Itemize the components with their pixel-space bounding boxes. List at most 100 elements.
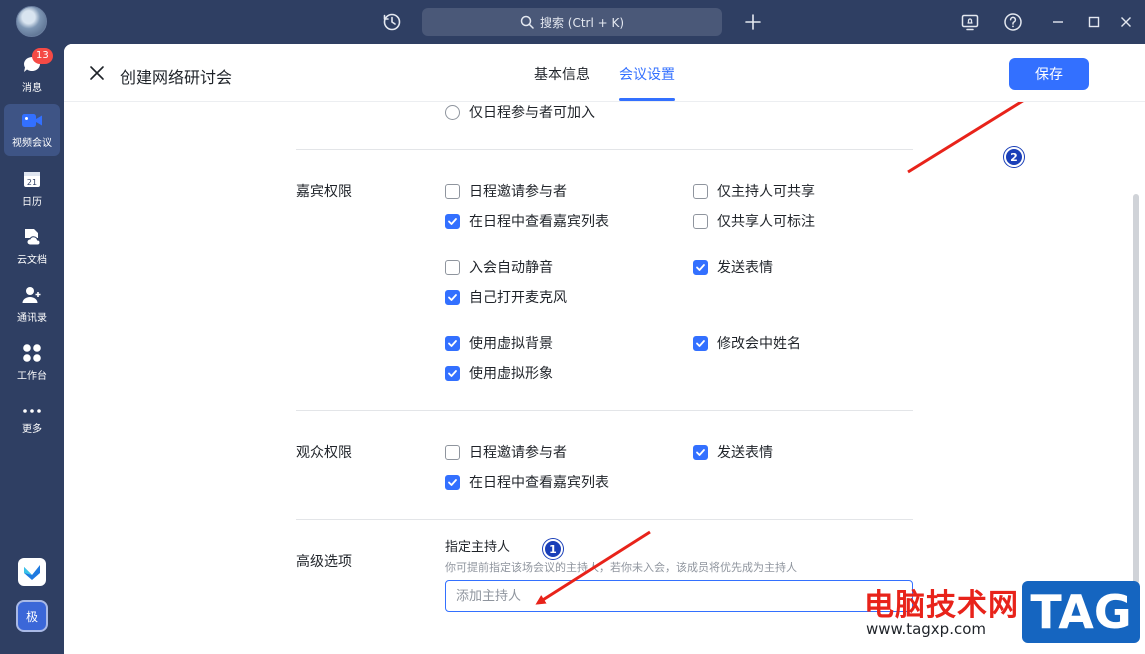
radio-schedule-participants-only[interactable]: 仅日程参与者可加入 — [445, 102, 595, 122]
help-icon — [1004, 13, 1022, 31]
contacts-icon — [22, 286, 41, 303]
sidebar-item-workbench[interactable]: 工作台 — [4, 336, 60, 388]
scrollbar[interactable] — [1133, 194, 1139, 584]
guest-option[interactable]: 修改会中姓名 — [693, 333, 801, 353]
guest-option[interactable]: 使用虚拟背景 — [445, 333, 553, 353]
sidebar-item-video-meeting[interactable]: 视频会议 — [4, 104, 60, 156]
audience-option[interactable]: 在日程中查看嘉宾列表 — [445, 472, 609, 492]
more-icon — [23, 408, 41, 413]
notification-button[interactable] — [956, 8, 984, 36]
history-icon — [383, 13, 401, 31]
checkbox[interactable] — [693, 259, 708, 275]
bell-screen-icon — [961, 14, 979, 31]
option-label: 使用虚拟形象 — [469, 366, 553, 382]
minimize-button[interactable] — [1044, 8, 1072, 36]
close-window-button[interactable] — [1112, 8, 1140, 36]
checkbox[interactable] — [693, 444, 708, 460]
sidebar-item-contacts[interactable]: 通讯录 — [4, 278, 60, 330]
divider — [296, 149, 913, 150]
plus-icon — [745, 14, 761, 30]
save-button[interactable]: 保存 — [1009, 58, 1089, 90]
divider — [296, 519, 913, 520]
host-input[interactable] — [445, 580, 913, 612]
checkbox[interactable] — [445, 289, 460, 305]
tab-meeting-settings[interactable]: 会议设置 — [619, 64, 675, 84]
radio-button[interactable] — [445, 104, 460, 120]
option-label: 发送表情 — [717, 445, 773, 461]
option-label: 仅日程参与者可加入 — [469, 105, 595, 121]
close-icon[interactable] — [88, 64, 106, 82]
guest-option[interactable]: 仅主持人可共享 — [693, 181, 815, 201]
user-avatar[interactable] — [16, 6, 47, 37]
svg-text:21: 21 — [27, 178, 37, 187]
title-bar: 搜索 (Ctrl + K) — [0, 0, 1145, 44]
audience-option[interactable]: 日程邀请参与者 — [445, 442, 567, 462]
tab-basic-info[interactable]: 基本信息 — [534, 64, 590, 84]
sidebar-item-label: 视频会议 — [12, 137, 52, 149]
history-button[interactable] — [378, 8, 406, 36]
guest-option[interactable]: 发送表情 — [693, 257, 773, 277]
option-label: 仅主持人可共享 — [717, 184, 815, 200]
maximize-icon — [1088, 16, 1100, 28]
option-label: 日程邀请参与者 — [469, 445, 567, 461]
option-label: 自己打开麦克风 — [469, 290, 567, 306]
close-window-icon — [1121, 17, 1131, 27]
sidebar-item-label: 工作台 — [17, 370, 47, 382]
option-label: 在日程中查看嘉宾列表 — [469, 475, 609, 491]
sidebar-item-label: 更多 — [22, 423, 42, 435]
search-label: 搜索 (Ctrl + K) — [539, 15, 625, 30]
option-label: 发送表情 — [717, 260, 773, 276]
pinned-app-tile-ji[interactable]: 极 — [16, 600, 48, 632]
guest-option[interactable]: 入会自动静音 — [445, 257, 553, 277]
guest-option[interactable]: 仅共享人可标注 — [693, 211, 815, 231]
section-label-guest: 嘉宾权限 — [296, 184, 352, 200]
option-label: 仅共享人可标注 — [717, 214, 815, 230]
audience-option[interactable]: 发送表情 — [693, 442, 773, 462]
new-button[interactable] — [740, 8, 766, 36]
page-title: 创建网络研讨会 — [120, 68, 233, 87]
search-icon — [520, 15, 534, 29]
step-marker-1: 1 — [543, 539, 563, 559]
pinned-app-tile[interactable] — [18, 558, 46, 586]
watermark-url: www.tagxp.com — [866, 620, 986, 638]
sidebar: 消息 13 视频会议 21 日历 云文档 通讯录 工作台 更多 极 — [0, 44, 64, 654]
checkbox[interactable] — [445, 474, 460, 490]
checkbox[interactable] — [693, 213, 708, 229]
apps-grid-icon — [23, 343, 41, 362]
minimize-icon — [1053, 21, 1063, 23]
checkbox[interactable] — [445, 183, 460, 199]
sidebar-item-calendar[interactable]: 21 日历 — [4, 162, 60, 214]
checkbox[interactable] — [445, 213, 460, 229]
sidebar-item-label: 日历 — [22, 196, 42, 208]
active-tab-indicator — [619, 98, 675, 101]
checkbox[interactable] — [445, 335, 460, 351]
option-label: 修改会中姓名 — [717, 336, 801, 352]
sidebar-item-more[interactable]: 更多 — [4, 394, 60, 446]
host-field-label: 指定主持人 — [445, 540, 511, 555]
step-marker-2: 2 — [1004, 147, 1024, 167]
sidebar-item-label: 通讯录 — [17, 312, 47, 324]
guest-option[interactable]: 自己打开麦克风 — [445, 287, 567, 307]
section-label-audience: 观众权限 — [296, 445, 352, 461]
divider — [296, 410, 913, 411]
guest-option[interactable]: 日程邀请参与者 — [445, 181, 567, 201]
app-logo-icon — [24, 565, 40, 580]
option-label: 使用虚拟背景 — [469, 336, 553, 352]
maximize-button[interactable] — [1080, 8, 1108, 36]
sidebar-item-label: 云文档 — [17, 254, 47, 266]
sidebar-item-label: 消息 — [22, 82, 42, 94]
help-button[interactable] — [999, 8, 1027, 36]
calendar-icon: 21 — [24, 171, 40, 187]
sidebar-item-cloud-docs[interactable]: 云文档 — [4, 220, 60, 272]
checkbox[interactable] — [693, 183, 708, 199]
checkbox[interactable] — [445, 444, 460, 460]
search-box[interactable]: 搜索 (Ctrl + K) — [422, 8, 722, 36]
option-label: 日程邀请参与者 — [469, 184, 567, 200]
guest-option[interactable]: 使用虚拟形象 — [445, 363, 553, 383]
checkbox[interactable] — [445, 365, 460, 381]
checkbox[interactable] — [693, 335, 708, 351]
panel-header: 创建网络研讨会 基本信息 会议设置 保存 — [64, 44, 1145, 102]
checkbox[interactable] — [445, 259, 460, 275]
guest-option[interactable]: 在日程中查看嘉宾列表 — [445, 211, 609, 231]
option-label: 在日程中查看嘉宾列表 — [469, 214, 609, 230]
